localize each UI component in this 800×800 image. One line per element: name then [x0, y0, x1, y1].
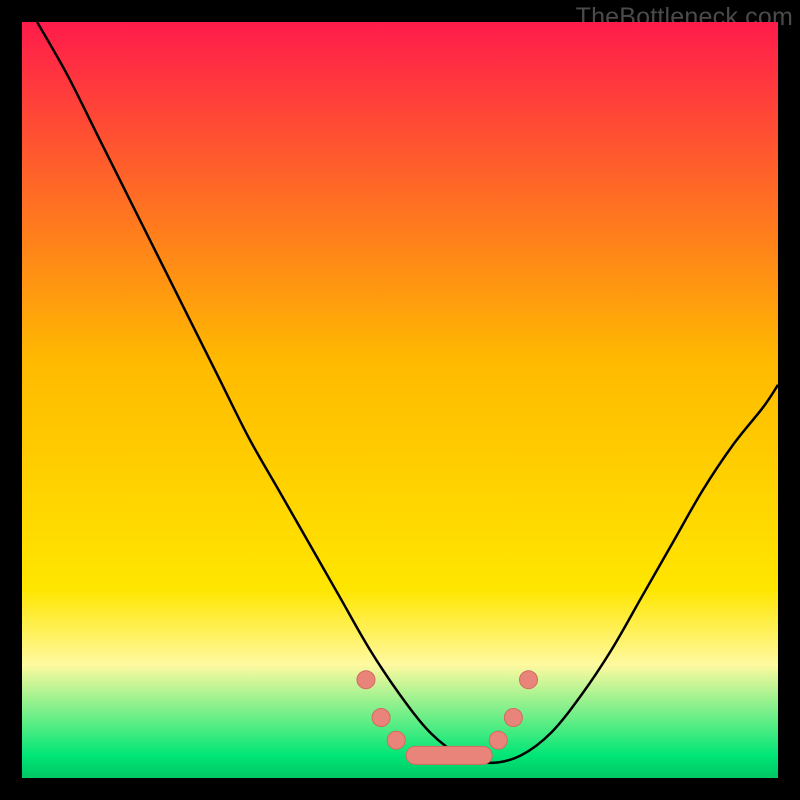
chart-frame — [22, 22, 778, 778]
curve-dot-marker — [489, 731, 507, 749]
curve-dot-marker — [504, 709, 522, 727]
bottleneck-chart — [22, 22, 778, 778]
valley-pill-marker — [406, 746, 492, 764]
curve-dot-marker — [387, 731, 405, 749]
chart-background-gradient — [22, 22, 778, 778]
curve-dot-marker — [357, 671, 375, 689]
curve-dot-marker — [372, 709, 390, 727]
curve-dot-marker — [520, 671, 538, 689]
